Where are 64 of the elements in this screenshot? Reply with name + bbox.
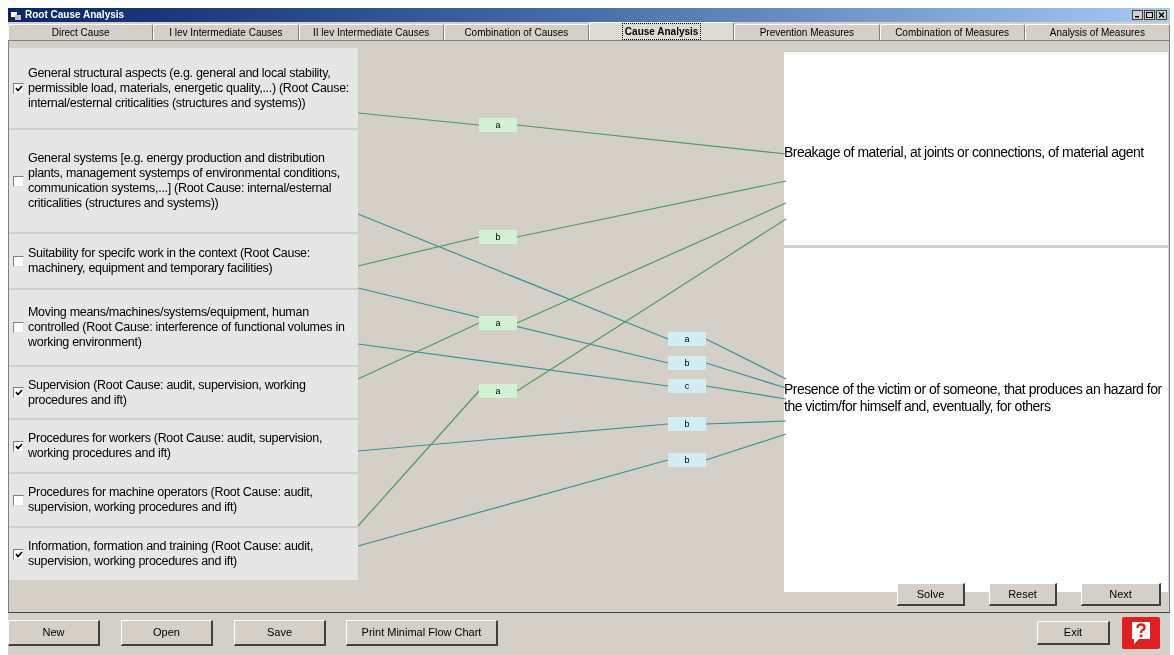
toolbar-button[interactable]: Open xyxy=(121,620,213,646)
checkbox[interactable] xyxy=(13,322,24,333)
cause-row[interactable]: Suitability for specifc work in the context (Root Cause: machinery, equipment and temporary facilities) xyxy=(9,234,358,288)
cause-text: Supervision (Root Cause: audit, supervision, working procedures and ift) xyxy=(28,377,307,408)
maximize-button[interactable] xyxy=(1144,10,1155,20)
link-label: c xyxy=(668,379,706,393)
toolbar-button[interactable]: Save xyxy=(234,620,326,646)
close-button[interactable] xyxy=(1156,10,1167,20)
cause-text: Suitability for specifc work in the context (Root Cause: machinery, equipment and temporary facilities) xyxy=(28,246,311,276)
window-title: Root Cause Analysis xyxy=(25,10,125,20)
cause-row[interactable]: Procedures for machine operators (Root Cause: audit, supervision, working procedures and ift) xyxy=(9,474,358,526)
help-icon xyxy=(1130,620,1152,646)
checkbox[interactable] xyxy=(13,548,24,560)
checkbox[interactable] xyxy=(13,440,24,452)
tab[interactable]: Combination of Causes xyxy=(443,24,589,40)
toolbar-button[interactable]: New xyxy=(8,620,100,646)
check-icon xyxy=(14,84,23,92)
link-label: b xyxy=(668,453,706,467)
help-button[interactable] xyxy=(1122,617,1160,649)
link-label: b xyxy=(479,230,517,244)
cause-row[interactable]: Information, formation and training (Root Cause: audit, supervision, working procedures and ift) xyxy=(9,528,358,580)
checkbox[interactable] xyxy=(13,175,24,187)
tab[interactable]: II lev Intermediate Causes xyxy=(298,24,444,40)
cause-text: Information, formation and training (Root Cause: audit, supervision, working procedures and ift) xyxy=(28,539,315,569)
tab[interactable]: Combination of Measures xyxy=(879,24,1025,40)
toolbar-button[interactable]: Print Minimal Flow Chart xyxy=(346,620,498,646)
app-icon xyxy=(11,10,21,20)
tab[interactable]: Cause Analysis xyxy=(589,22,735,40)
cause-text: Procedures for machine operators (Root Cause: audit, supervision, working procedures and ift) xyxy=(28,485,314,515)
link-label: a xyxy=(479,384,517,398)
cause-text: Procedures for workers (Root Cause: audit, supervision, working procedures and ift) xyxy=(28,431,324,461)
cause-text: Moving means/machines/systems/equipment, human controlled (Root Cause: interference of functional volumes in working environment) xyxy=(28,305,346,350)
minimize-button[interactable] xyxy=(1132,10,1143,20)
tab[interactable]: Analysis of Measures xyxy=(1024,24,1170,40)
check-icon xyxy=(14,389,23,396)
checkbox[interactable] xyxy=(13,82,24,94)
checkbox[interactable] xyxy=(13,494,24,506)
cause-row[interactable]: Supervision (Root Cause: audit, supervision, working procedures and ift) xyxy=(9,367,358,418)
cause-text: General structural aspects (e.g. general and local stability, permissible load, materials, energetic quality,...) (Root Cause: internal/esternal criticalities (structures and systems)) xyxy=(28,65,350,111)
panel-button[interactable]: Reset xyxy=(989,583,1057,606)
checkbox[interactable] xyxy=(13,387,24,398)
link-label: b xyxy=(668,417,706,431)
check-icon xyxy=(14,442,23,450)
cause-row[interactable]: General structural aspects (e.g. general and local stability, permissible load, materials, energetic quality,...) (Root Cause: internal/esternal criticalities (structures and systems)) xyxy=(9,48,358,128)
link-label: a xyxy=(479,316,517,330)
maximize-icon xyxy=(1146,12,1153,18)
tab[interactable]: Direct Cause xyxy=(8,24,154,40)
tab[interactable]: I lev Intermediate Causes xyxy=(153,24,299,40)
exit-button[interactable]: Exit xyxy=(1037,621,1110,645)
cause-row[interactable] xyxy=(9,130,358,232)
panel-button[interactable]: Next xyxy=(1081,583,1161,606)
panel-button[interactable]: Solve xyxy=(897,583,965,606)
tab[interactable]: Prevention Measures xyxy=(734,24,880,40)
cause-row[interactable]: Procedures for workers (Root Cause: audit, supervision, working procedures and ift) xyxy=(9,420,358,472)
link-label: a xyxy=(668,332,706,346)
check-icon xyxy=(14,550,23,558)
link-label: b xyxy=(668,356,706,370)
cause-text: General systems [e.g. energy production and distribution plants, management systemps of environmental conditions, communication systems,...] (Root Cause: internal/esternal criticalities (structures and systems)) xyxy=(28,151,341,211)
cause-row[interactable]: Moving means/machines/systems/equipment, human controlled (Root Cause: interference of functional volumes in working environment) xyxy=(9,290,358,365)
close-icon xyxy=(1158,12,1165,18)
effect-text: Breakage of material, at joints or connections, of material agent xyxy=(784,144,1145,161)
checkbox[interactable] xyxy=(13,255,24,267)
link-label: a xyxy=(479,118,517,132)
effect-text: Presence of the victim or of someone, that produces an hazard for the victim/for himself and, eventually, for others xyxy=(784,381,1163,415)
